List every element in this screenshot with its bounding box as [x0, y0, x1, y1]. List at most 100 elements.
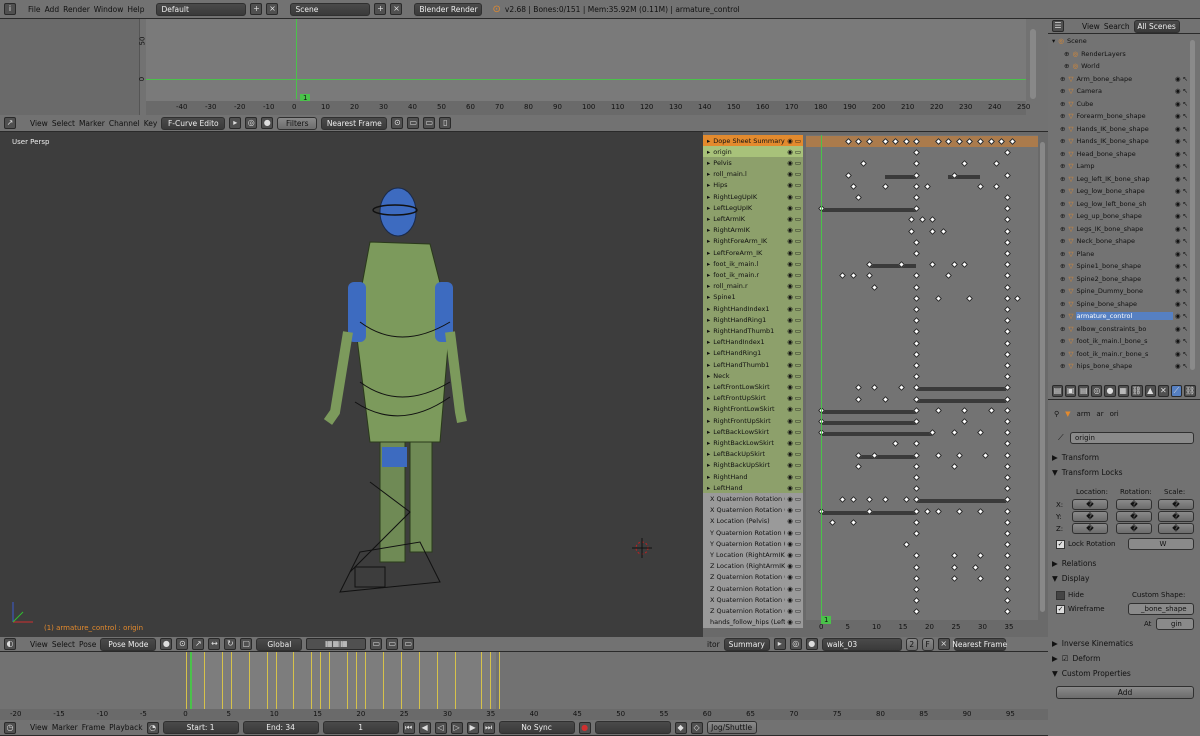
- keyframe[interactable]: [961, 406, 969, 414]
- lock-icon[interactable]: ▭: [795, 271, 801, 279]
- channel-row[interactable]: ▸ RightBackLowSkirt ◉ ▭: [703, 437, 803, 449]
- dopesheet-editor-menu[interactable]: itor: [707, 640, 720, 649]
- modifiers-tab-icon[interactable]: ▲: [1144, 384, 1156, 397]
- outliner-item[interactable]: ⊕ ▽ Spine_Dummy_bone ◉ ↖: [1052, 285, 1188, 298]
- insert-key-icon[interactable]: ◆: [674, 721, 687, 734]
- lock-icon[interactable]: ▭: [795, 551, 801, 559]
- expand-arrow-icon[interactable]: ▸: [707, 405, 710, 413]
- remove-scene-icon[interactable]: ×: [390, 3, 403, 15]
- lock-layers-icon[interactable]: ▭: [370, 638, 383, 650]
- graph-scrollbar[interactable]: [1030, 29, 1036, 99]
- lock-icon[interactable]: ▭: [795, 204, 801, 212]
- keyframe[interactable]: [950, 261, 958, 269]
- channel-row[interactable]: ▸ LeftArmIK ◉ ▭: [703, 213, 803, 225]
- keyframe[interactable]: [1003, 171, 1011, 179]
- keyframe[interactable]: [961, 160, 969, 168]
- keyframe[interactable]: [976, 574, 985, 582]
- translate-icon[interactable]: ↔: [208, 638, 221, 650]
- keying-set-field[interactable]: [594, 721, 671, 734]
- outliner-item[interactable]: ⊕ ◎ World: [1052, 60, 1188, 73]
- mute-icon[interactable]: ◉: [787, 417, 793, 425]
- lock-toggle[interactable]: �: [1158, 523, 1194, 534]
- keyframe[interactable]: [1003, 473, 1011, 482]
- mute-icon[interactable]: ◉: [787, 529, 793, 537]
- summary-hidden-icon[interactable]: ◎: [789, 638, 802, 650]
- mute-icon[interactable]: ◉: [787, 170, 793, 178]
- channel-row[interactable]: ▸ RightHandThumb1 ◉ ▭: [703, 325, 803, 337]
- expand-arrow-icon[interactable]: ▸: [707, 428, 710, 436]
- expand-arrow-icon[interactable]: ▸: [707, 271, 710, 279]
- expand-arrow-icon[interactable]: ▸: [707, 181, 710, 189]
- lock-toggle[interactable]: �: [1072, 511, 1108, 522]
- outliner-item[interactable]: ⊕ ▽ Spine_bone_shape ◉ ↖: [1052, 298, 1188, 311]
- unlink-action-icon[interactable]: ×: [937, 638, 950, 650]
- dopesheet-mode-select[interactable]: Summary: [723, 637, 770, 651]
- keyframe[interactable]: [1003, 305, 1011, 314]
- expand-icon[interactable]: ▾: [1052, 37, 1055, 45]
- expand-icon[interactable]: ⊕: [1060, 150, 1065, 158]
- outliner-item[interactable]: ⊕ ▽ Cube ◉ ↖: [1052, 98, 1188, 111]
- pivot-icon[interactable]: ⊙: [391, 117, 404, 129]
- mute-icon[interactable]: ◉: [787, 215, 793, 223]
- keyframe[interactable]: [892, 440, 900, 448]
- keyframe[interactable]: [881, 395, 889, 403]
- outliner-item[interactable]: ⊕ ▽ Arm_bone_shape ◉ ↖: [1052, 73, 1188, 86]
- expand-icon[interactable]: ⊕: [1060, 225, 1065, 233]
- keyframe[interactable]: [992, 182, 1000, 190]
- lock-icon[interactable]: ▭: [795, 607, 801, 615]
- visibility-icon[interactable]: ◉: [1175, 137, 1181, 145]
- keyframe[interactable]: [992, 160, 1000, 168]
- channel-row[interactable]: X Quaternion Rotation (Ri ◉ ▭: [703, 504, 803, 516]
- keyframe[interactable]: [913, 473, 921, 482]
- keyframe[interactable]: [844, 171, 852, 179]
- visibility-icon[interactable]: ◉: [1175, 250, 1181, 258]
- keyframe[interactable]: [913, 451, 921, 459]
- channel-row[interactable]: X Quaternion Rotation (Sp◉▭: [703, 594, 803, 606]
- mute-icon[interactable]: ◉: [787, 226, 793, 234]
- play-reverse-icon[interactable]: ◁: [434, 721, 447, 734]
- play-icon[interactable]: ▷: [450, 721, 463, 734]
- add-screen-icon[interactable]: +: [250, 3, 263, 15]
- channel-row[interactable]: Z Quaternion Rotation (Sp◉▭: [703, 571, 803, 583]
- mute-icon[interactable]: ◉: [787, 293, 793, 301]
- lock-toggle[interactable]: �: [1072, 499, 1108, 510]
- expand-arrow-icon[interactable]: ▸: [707, 193, 710, 201]
- mute-icon[interactable]: ◉: [787, 461, 793, 469]
- hide-checkbox[interactable]: [1056, 591, 1065, 600]
- expand-icon[interactable]: ⊕: [1060, 275, 1065, 283]
- keyframe[interactable]: [913, 597, 921, 605]
- graph-menu-view[interactable]: View: [30, 119, 48, 128]
- keyframe[interactable]: [913, 529, 921, 538]
- graph-menu-key[interactable]: Key: [144, 119, 158, 128]
- channel-row[interactable]: ▸ LeftFrontLowSkirt ◉ ▭: [703, 381, 803, 393]
- sync-mode-select[interactable]: No Sync: [498, 721, 575, 734]
- constraints-tab-icon[interactable]: ⛓: [1130, 384, 1143, 397]
- keyframe[interactable]: [1003, 451, 1011, 459]
- visibility-icon[interactable]: ◉: [1175, 150, 1181, 158]
- keyframe[interactable]: [855, 384, 863, 392]
- outliner-item[interactable]: ⊕ ▽ Neck_bone_shape ◉ ↖: [1052, 235, 1188, 248]
- expand-arrow-icon[interactable]: ▸: [707, 394, 710, 402]
- mute-icon[interactable]: ◉: [787, 193, 793, 201]
- keyframe[interactable]: [961, 417, 969, 426]
- expand-arrow-icon[interactable]: ▸: [707, 249, 710, 257]
- expand-arrow-icon[interactable]: ▸: [707, 361, 710, 369]
- expand-arrow-icon[interactable]: ▸: [707, 204, 710, 212]
- mute-icon[interactable]: ◉: [787, 361, 793, 369]
- jump-start-icon[interactable]: ⏮: [402, 721, 415, 734]
- viewport-menu-select[interactable]: Select: [52, 640, 75, 649]
- bone-constraints-tab-icon[interactable]: ⛓: [1183, 384, 1196, 397]
- keyframe[interactable]: [950, 552, 958, 560]
- outliner-item[interactable]: ⊕ ▽ elbow_constraints_bo ◉ ↖: [1052, 323, 1188, 336]
- mute-icon[interactable]: ◉: [787, 562, 793, 570]
- graph-editor-type-icon[interactable]: ↗: [4, 117, 16, 129]
- dopesheet-scrollbar[interactable]: [1040, 142, 1045, 612]
- lock-icon[interactable]: ▭: [795, 215, 801, 223]
- keyframe[interactable]: [839, 272, 847, 280]
- channel-row[interactable]: ▸ Neck ◉ ▭: [703, 370, 803, 382]
- expand-icon[interactable]: ⊕: [1064, 50, 1069, 58]
- keyframe[interactable]: [934, 451, 942, 459]
- expand-arrow-icon[interactable]: ▸: [707, 450, 710, 458]
- keyframe[interactable]: [881, 182, 889, 190]
- outliner-item[interactable]: ▾ ◎ Scene: [1052, 35, 1188, 48]
